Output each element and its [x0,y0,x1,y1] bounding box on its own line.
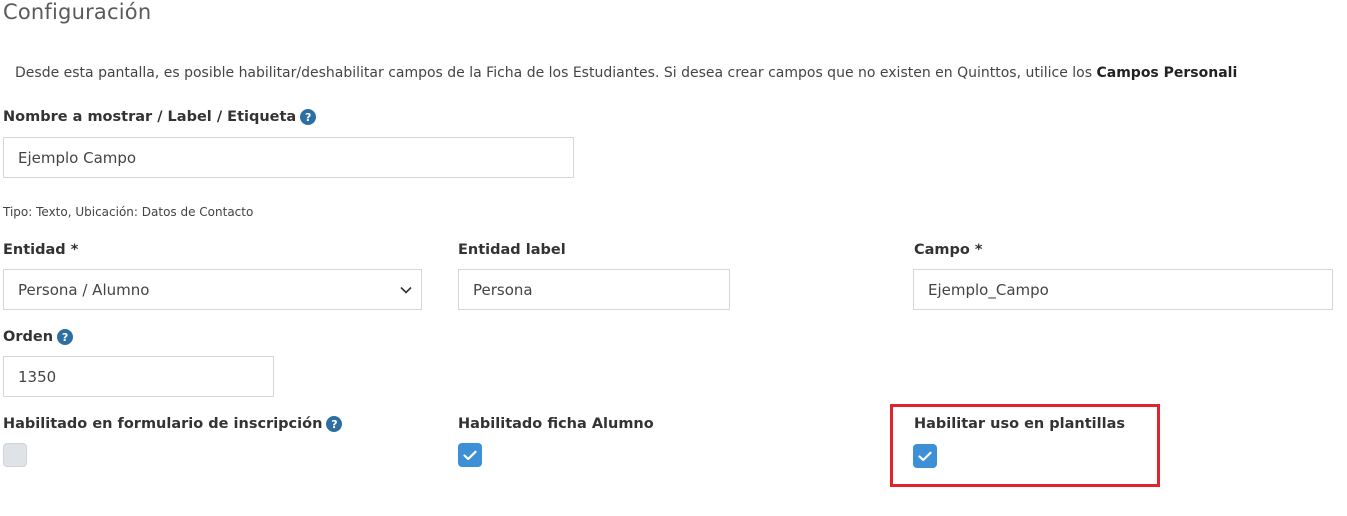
entidad-label-field-label: Entidad label [458,242,566,258]
campo-label: Campo * [914,242,983,258]
hab-ficha-checkbox[interactable] [458,443,482,467]
orden-label-text: Orden [3,329,54,345]
page-title: Configuración [3,0,152,24]
nombre-label-text: Nombre a mostrar / Label / Etiqueta [3,109,297,125]
entidad-select-value: Persona / Alumno [18,280,150,299]
hab-ficha-label: Habilitado ficha Alumno [458,416,654,432]
help-icon[interactable]: ? [326,416,343,432]
help-icon[interactable]: ? [57,329,74,345]
highlight-annotation-box [890,404,1160,487]
nombre-input[interactable] [3,137,574,178]
help-icon[interactable]: ? [300,109,317,125]
orden-input[interactable] [3,356,274,397]
intro-text: Desde esta pantalla, es posible habilita… [15,65,1237,81]
hab-inscripcion-label: Habilitado en formulario de inscripción … [3,416,343,432]
intro-text-regular: Desde esta pantalla, es posible habilita… [15,65,1097,81]
entidad-label: Entidad * [3,242,79,258]
entidad-select[interactable]: Persona / Alumno [3,269,422,310]
hab-inscripcion-checkbox[interactable] [3,443,27,467]
checkmark-icon [463,450,477,460]
entidad-label-input[interactable] [458,269,730,310]
nombre-label: Nombre a mostrar / Label / Etiqueta ? [3,109,317,125]
intro-text-bold-link[interactable]: Campos Personali [1096,65,1237,81]
orden-label: Orden ? [3,329,74,345]
tipo-hint: Tipo: Texto, Ubicación: Datos de Contact… [3,205,254,219]
campo-input[interactable] [913,269,1333,310]
hab-inscripcion-label-text: Habilitado en formulario de inscripción [3,416,323,432]
chevron-down-icon [400,286,412,294]
